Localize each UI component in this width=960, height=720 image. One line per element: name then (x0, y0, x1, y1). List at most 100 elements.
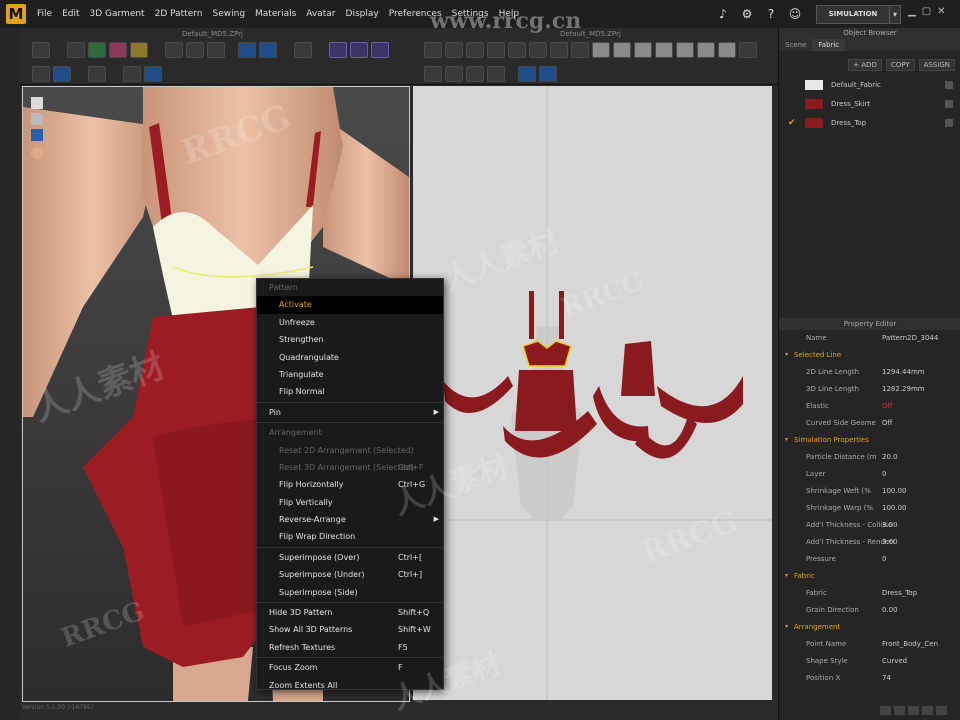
property-value[interactable]: Dress_Top (882, 589, 917, 597)
garment-yellow-icon[interactable] (130, 42, 148, 58)
context-menu-item[interactable]: Superimpose (Over) Ctrl+[ (257, 549, 443, 566)
user-icon[interactable]: ☺ (786, 5, 804, 23)
fabric-item[interactable]: ✔ Dress_Top (779, 113, 960, 132)
context-menu-item[interactable]: Superimpose (Side) (257, 584, 443, 601)
expand-arrow-icon[interactable]: ▾ (785, 572, 788, 579)
ob-button-2[interactable]: ASSIGN (918, 59, 955, 71)
property-value[interactable]: 0 (882, 470, 886, 478)
property-value[interactable]: 74 (882, 674, 891, 682)
measure-tool-icon[interactable] (371, 42, 389, 58)
property-row[interactable]: Point Name Front_Body_Cen (779, 636, 960, 653)
property-row[interactable]: Layer 0 (779, 466, 960, 483)
2d-button-icon[interactable] (676, 42, 694, 58)
texture-tool-icon[interactable] (53, 66, 71, 82)
tack-tool-icon[interactable] (186, 42, 204, 58)
pin-tool-icon[interactable] (165, 42, 183, 58)
fabric-option-icon[interactable] (945, 99, 953, 108)
2d-edit-point-icon[interactable] (445, 42, 463, 58)
property-value[interactable]: 0 (882, 555, 886, 563)
property-value[interactable]: 3.00 (882, 538, 898, 546)
property-value[interactable]: Off (882, 419, 892, 427)
arrangement-tool-icon[interactable] (259, 42, 277, 58)
minimize-icon[interactable]: ▁ (908, 6, 916, 17)
2d-internal-icon[interactable] (550, 42, 568, 58)
transform-tool-icon[interactable] (294, 42, 312, 58)
context-menu-item[interactable]: Reset 3D Arrangement (Selected) Ctrl+F (257, 459, 443, 476)
brush-tool-icon[interactable] (207, 42, 225, 58)
simulation-dropdown-arrow[interactable]: ▾ (889, 5, 901, 24)
menu-help[interactable]: Help (494, 9, 525, 19)
garment-pink-icon[interactable] (109, 42, 127, 58)
shape-tool-icon[interactable] (88, 66, 106, 82)
property-value[interactable]: 1282.29mm (882, 385, 925, 393)
context-menu-item[interactable]: Flip Horizontally Ctrl+G (257, 476, 443, 493)
volume-icon[interactable]: ♪ (714, 5, 732, 23)
ob-button-0[interactable]: + ADD (848, 59, 882, 71)
context-menu-item[interactable]: Pin ▶ (257, 404, 443, 421)
tab-scene[interactable]: Scene (779, 39, 812, 51)
property-row[interactable]: 3D Line Length 1282.29mm (779, 381, 960, 398)
bottom-icon-4[interactable] (922, 706, 933, 715)
gear-icon[interactable]: ⚙ (738, 5, 756, 23)
2d-graphic-icon[interactable] (739, 42, 757, 58)
property-row[interactable]: Position X 74 (779, 670, 960, 687)
fabric-item[interactable]: Default_Fabric (779, 75, 960, 94)
property-row[interactable]: Fabric Dress_Top (779, 585, 960, 602)
2d-polygon-icon[interactable] (487, 42, 505, 58)
property-value[interactable]: Curved (882, 657, 907, 665)
property-value[interactable]: Pattern2D_3044 (882, 334, 938, 342)
property-row[interactable]: Grain Direction 0.00 (779, 602, 960, 619)
property-row[interactable]: Pressure 0 (779, 551, 960, 568)
menu-sewing[interactable]: Sewing (208, 9, 251, 19)
context-menu-item[interactable]: Reset 2D Arrangement (Selected) (257, 442, 443, 459)
menu-2d-pattern[interactable]: 2D Pattern (150, 9, 208, 19)
menu-display[interactable]: Display (341, 9, 384, 19)
garment-green-icon[interactable] (88, 42, 106, 58)
menu-settings[interactable]: Settings (447, 9, 494, 19)
property-value[interactable]: 1294.44mm (882, 368, 925, 376)
context-menu-item[interactable]: Flip Wrap Direction (257, 528, 443, 545)
fabric-item[interactable]: Dress_Skirt (779, 94, 960, 113)
menu-file[interactable]: File (32, 9, 57, 19)
context-menu-item[interactable]: Strengthen (257, 331, 443, 348)
2d-sew-icon[interactable] (592, 42, 610, 58)
context-menu-item[interactable]: Flip Vertically (257, 494, 443, 511)
context-menu-item[interactable]: Refresh Textures F5 (257, 639, 443, 656)
property-row[interactable]: Particle Distance (m 20.0 (779, 449, 960, 466)
context-menu-item[interactable]: Quadrangulate (257, 349, 443, 366)
context-menu-item[interactable]: Superimpose (Under) Ctrl+] (257, 566, 443, 583)
view-tool-icon[interactable] (32, 66, 50, 82)
help-icon[interactable]: ? (762, 5, 780, 23)
2d-fabric-icon[interactable] (539, 66, 557, 82)
context-menu-item[interactable]: Zoom Extents All (257, 677, 443, 694)
property-row[interactable]: Curved Side Geome Off (779, 415, 960, 432)
bottom-icon-1[interactable] (880, 706, 891, 715)
2d-grade-icon[interactable] (487, 66, 505, 82)
context-menu-item[interactable]: Triangulate (257, 366, 443, 383)
context-menu-item[interactable]: Unfreeze (257, 314, 443, 331)
fabric-view-icon[interactable] (144, 66, 162, 82)
bottom-icon-3[interactable] (908, 706, 919, 715)
2d-pin-icon[interactable] (655, 42, 673, 58)
context-menu-item[interactable]: Hide 3D Pattern Shift+Q (257, 604, 443, 621)
link-tool-icon[interactable] (123, 66, 141, 82)
tab-fabric[interactable]: Fabric (812, 39, 846, 51)
2d-select-icon[interactable] (424, 42, 442, 58)
select-tool-icon[interactable] (67, 42, 85, 58)
context-menu-item[interactable]: Show All 3D Patterns Shift+W (257, 621, 443, 638)
2d-hole-icon[interactable] (697, 42, 715, 58)
2d-rect-icon[interactable] (508, 42, 526, 58)
2d-texture-icon[interactable] (518, 66, 536, 82)
menu-avatar[interactable]: Avatar (301, 9, 340, 19)
property-value[interactable]: 100.00 (882, 487, 907, 495)
2d-arrange-icon[interactable] (445, 66, 463, 82)
menu-edit[interactable]: Edit (57, 9, 84, 19)
property-value[interactable]: Front_Body_Cen (882, 640, 938, 648)
2d-seam-icon[interactable] (613, 42, 631, 58)
expand-arrow-icon[interactable]: ▾ (785, 351, 788, 358)
property-value[interactable]: 100.00 (882, 504, 907, 512)
property-row[interactable]: Elastic Off (779, 398, 960, 415)
fold-tool-icon[interactable] (350, 42, 368, 58)
property-row[interactable]: Shrinkage Warp (% 100.00 (779, 500, 960, 517)
menu-3d-garment[interactable]: 3D Garment (85, 9, 150, 19)
